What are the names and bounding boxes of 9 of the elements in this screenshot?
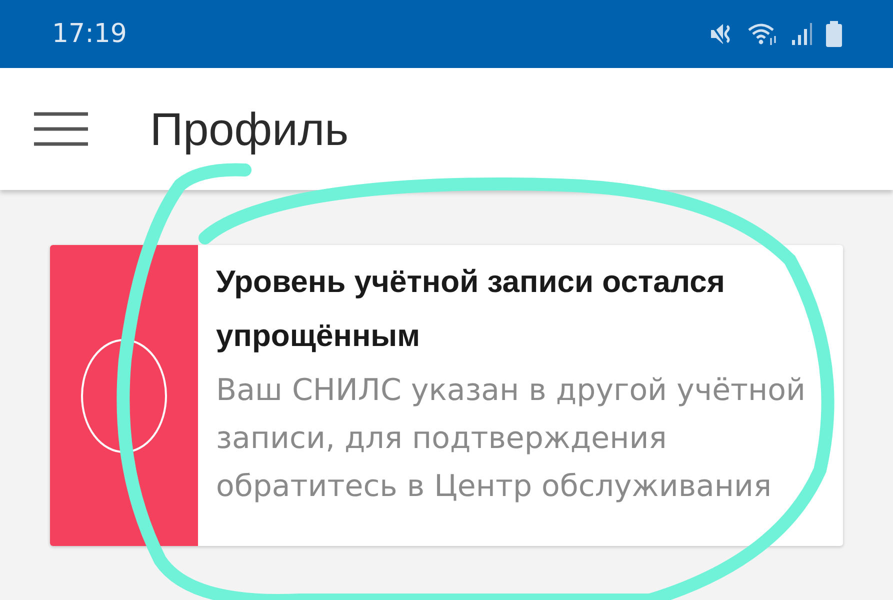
status-time: 17:19: [52, 19, 127, 49]
battery-icon: [825, 21, 843, 47]
alert-message: Ваш СНИЛС указан в другой учётной записи, для подтверждения обратитесь в Центр обслуживания: [216, 372, 806, 506]
alert-icon: [80, 338, 168, 454]
wifi-icon: [747, 22, 779, 46]
menu-icon[interactable]: [34, 112, 88, 146]
signal-icon: [791, 22, 813, 46]
page-title: Профиль: [150, 102, 349, 156]
alert-title: Уровень учётной записи остался упрощённым: [216, 263, 726, 355]
